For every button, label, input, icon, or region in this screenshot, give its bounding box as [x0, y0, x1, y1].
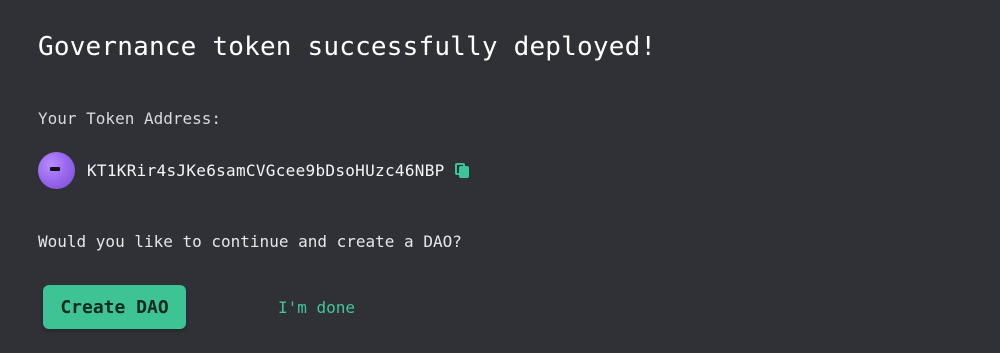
copy-icon-front	[458, 165, 469, 178]
page-title: Governance token successfully deployed!	[38, 32, 657, 62]
token-address-value: KT1KRir4sJKe6samCVGcee9bDsoHUzc46NBP	[87, 161, 445, 180]
success-panel: Governance token successfully deployed! …	[38, 0, 1000, 353]
copy-icon[interactable]	[454, 162, 469, 179]
continue-question: Would you like to continue and create a …	[38, 232, 462, 251]
im-done-link[interactable]: I'm done	[278, 298, 355, 317]
avatar-mark	[50, 167, 60, 171]
actions-row: Create DAO I'm done	[43, 285, 355, 329]
create-dao-button[interactable]: Create DAO	[43, 285, 186, 329]
token-address-label: Your Token Address:	[38, 109, 222, 128]
avatar	[38, 152, 75, 189]
token-address-row: KT1KRir4sJKe6samCVGcee9bDsoHUzc46NBP	[38, 152, 469, 189]
